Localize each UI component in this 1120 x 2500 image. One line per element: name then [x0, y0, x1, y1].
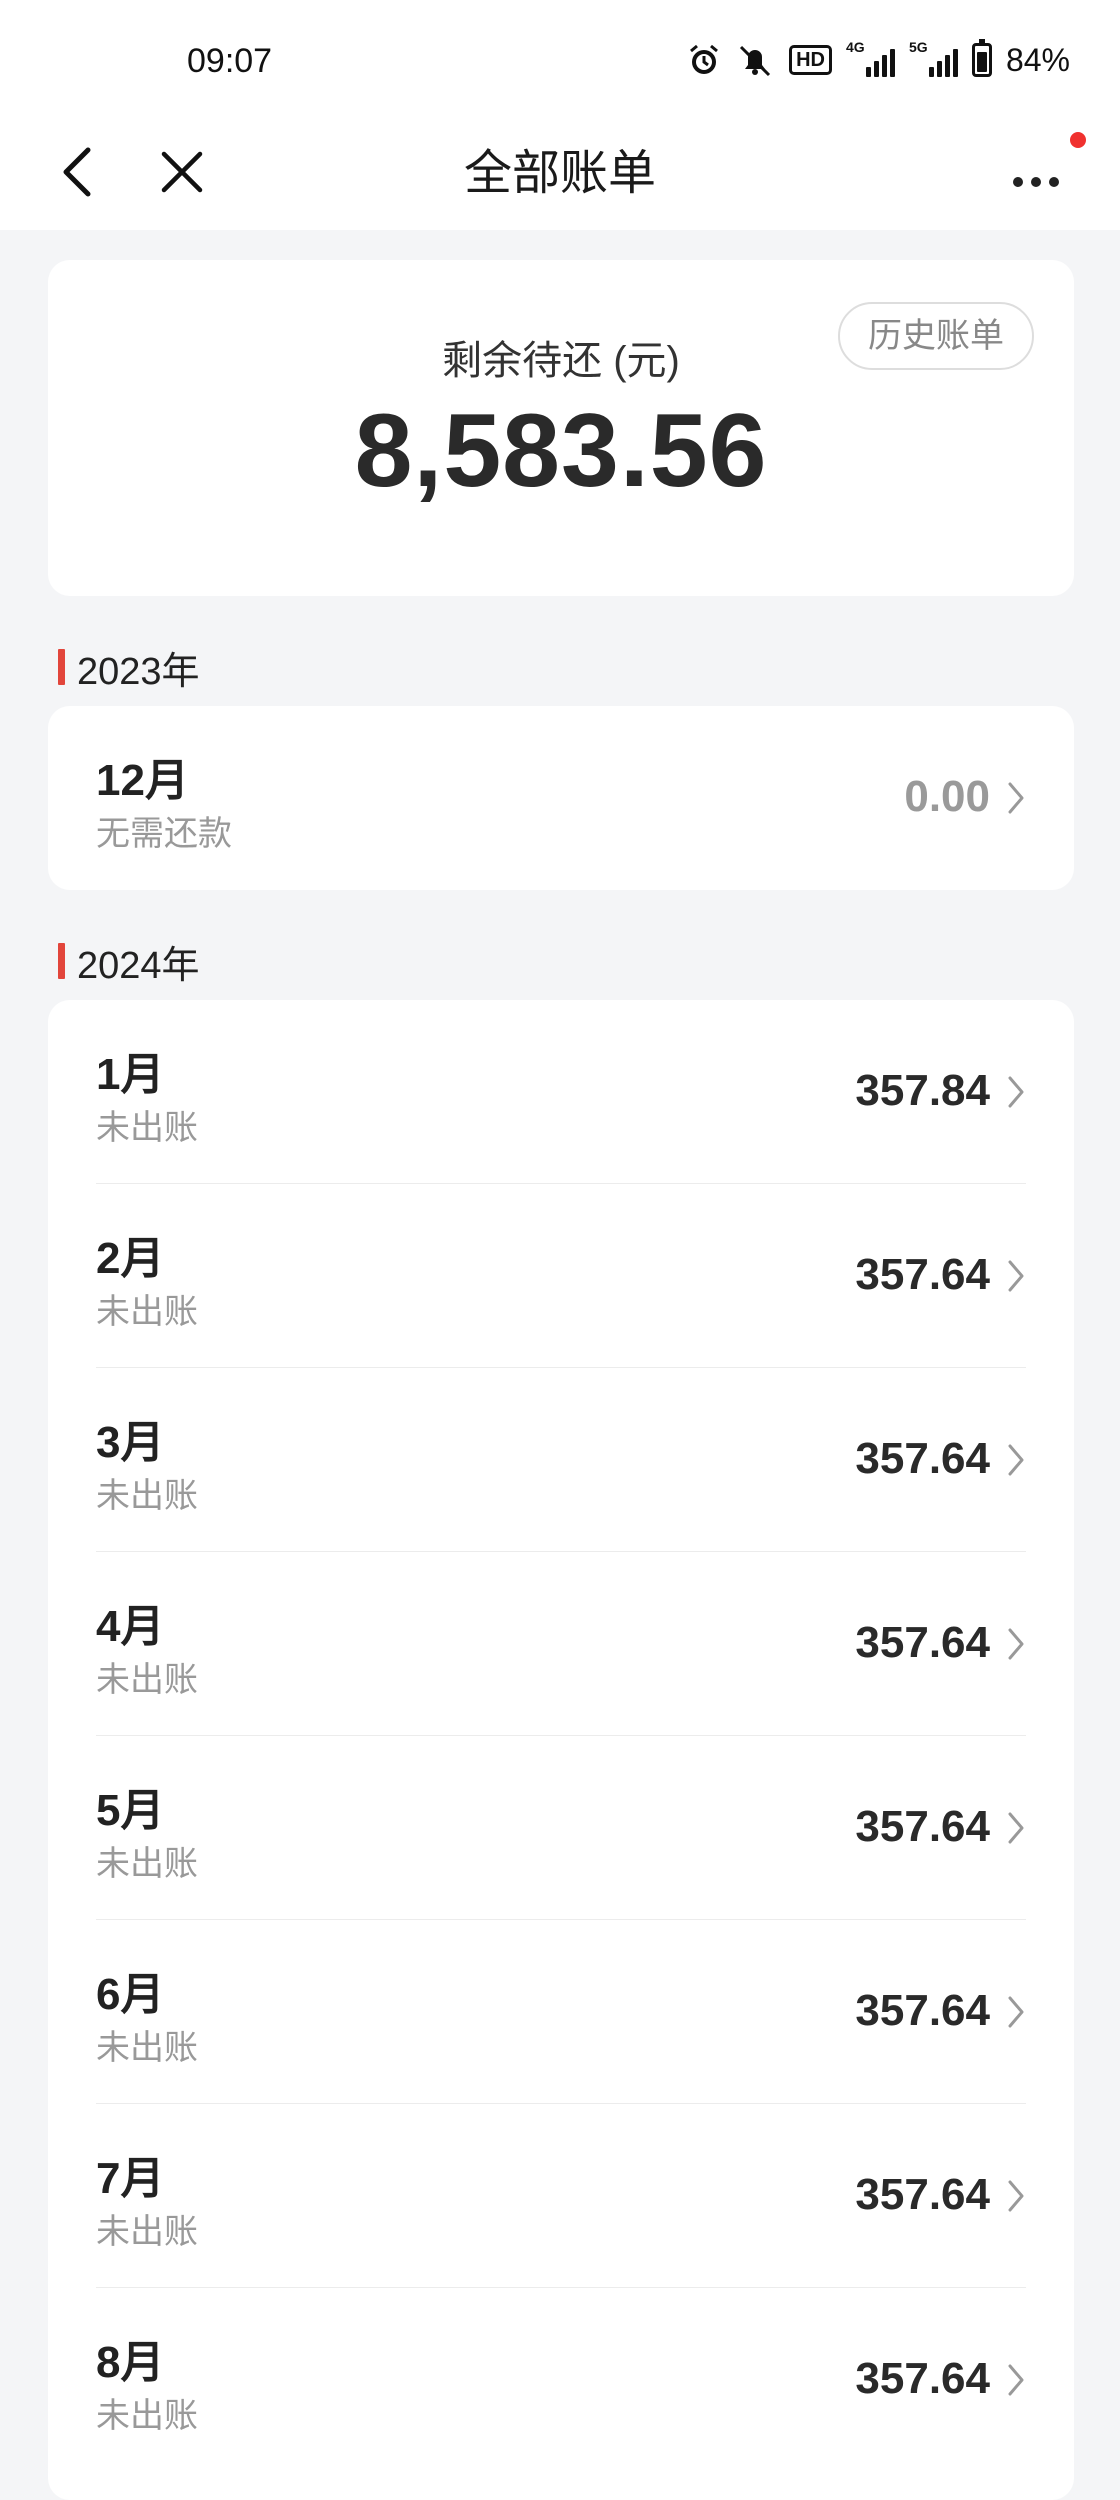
bill-status: 未出账	[96, 2029, 198, 2067]
remaining-amount: 8,583.56	[354, 393, 768, 509]
bill-amount: 357.84	[855, 1066, 990, 1115]
year-label: 2023年	[77, 650, 200, 693]
battery-percent: 84%	[1005, 41, 1070, 78]
bill-amount: 357.64	[855, 1802, 990, 1851]
chevron-right-icon	[1008, 2180, 1024, 2212]
net1-tag: 4G	[845, 39, 865, 55]
signal-4g-icon: 4G	[846, 39, 895, 77]
bill-row[interactable]: 4月未出账 357.64	[48, 1552, 1074, 1736]
navigation-bar: 全部账单	[0, 120, 1120, 230]
remaining-label: 剩余待还 (元)	[442, 339, 680, 383]
net2-tag: 5G	[908, 39, 928, 55]
bill-month: 8月	[96, 2338, 165, 2387]
bill-row[interactable]: 8月未出账 357.64	[48, 2288, 1074, 2472]
bill-status: 未出账	[96, 1293, 198, 1331]
battery-icon	[971, 39, 992, 77]
bill-month: 1月	[96, 1050, 165, 1099]
chevron-right-icon	[1008, 1812, 1024, 1844]
year-header-2024: 2024年	[58, 936, 200, 987]
bill-status: 未出账	[96, 1845, 198, 1883]
bill-row[interactable]: 1月未出账 357.84	[48, 1000, 1074, 1184]
signal-5g-icon: 5G	[909, 39, 958, 77]
chevron-right-icon	[1008, 1996, 1024, 2028]
summary-card: 历史账单 剩余待还 (元) 8,583.56	[48, 260, 1074, 596]
bill-status: 未出账	[96, 1477, 198, 1515]
bill-amount: 357.64	[855, 2354, 990, 2403]
bill-row[interactable]: 6月未出账 357.64	[48, 1920, 1074, 2104]
chevron-right-icon	[1008, 1444, 1024, 1476]
bill-row[interactable]: 7月未出账 357.64	[48, 2104, 1074, 2288]
mute-icon	[735, 43, 775, 77]
bill-month: 4月	[96, 1602, 165, 1651]
bill-amount: 0.00	[904, 772, 990, 821]
bill-row[interactable]: 3月未出账 357.64	[48, 1368, 1074, 1552]
bill-row[interactable]: 12月 无需还款 0.00	[48, 706, 1074, 890]
year-label: 2024年	[77, 944, 200, 987]
chevron-right-icon	[1008, 1628, 1024, 1660]
year-card-2023: 12月 无需还款 0.00	[48, 706, 1074, 890]
bill-month: 7月	[96, 2154, 165, 2203]
bill-amount: 357.64	[855, 1618, 990, 1667]
hd-badge-icon: HD	[789, 45, 832, 75]
bill-row[interactable]: 2月未出账 357.64	[48, 1184, 1074, 1368]
status-icons: HD 4G 5G 84%	[687, 38, 1070, 82]
bill-amount: 357.64	[855, 1986, 990, 2035]
status-bar: 09:07 HD 4G 5G 84%	[0, 0, 1120, 120]
bill-month: 12月	[96, 756, 189, 805]
more-icon	[1013, 177, 1059, 187]
year-card-2024: 1月 未出账 357.84 2月 未出账 357.64 3月 未出账 357.64 4月 未出账 35…	[48, 1000, 1074, 2500]
bill-status: 未出账	[96, 2397, 198, 2435]
more-button[interactable]	[1000, 132, 1086, 204]
bill-status: 未出账	[96, 1661, 198, 1699]
alarm-icon	[687, 43, 721, 77]
year-accent-bar	[58, 649, 65, 685]
bill-status: 未出账	[96, 1109, 198, 1147]
status-time: 09:07	[187, 42, 273, 80]
bill-status: 未出账	[96, 2213, 198, 2251]
page-title: 全部账单	[463, 147, 656, 200]
chevron-right-icon	[1008, 782, 1024, 814]
chevron-right-icon	[1008, 1076, 1024, 1108]
bill-month: 5月	[96, 1786, 165, 1835]
bill-amount: 357.64	[855, 1434, 990, 1483]
bill-month: 2月	[96, 1234, 165, 1283]
bill-row[interactable]: 5月未出账 357.64	[48, 1736, 1074, 1920]
bill-month: 3月	[96, 1418, 165, 1467]
bill-month: 6月	[96, 1970, 165, 2019]
bill-status: 无需还款	[96, 815, 232, 853]
year-accent-bar	[58, 943, 65, 979]
chevron-right-icon	[1008, 2364, 1024, 2396]
notification-dot	[1070, 132, 1086, 148]
year-header-2023: 2023年	[58, 642, 200, 693]
chevron-right-icon	[1008, 1260, 1024, 1292]
bill-amount: 357.64	[855, 1250, 990, 1299]
bill-amount: 357.64	[855, 2170, 990, 2219]
